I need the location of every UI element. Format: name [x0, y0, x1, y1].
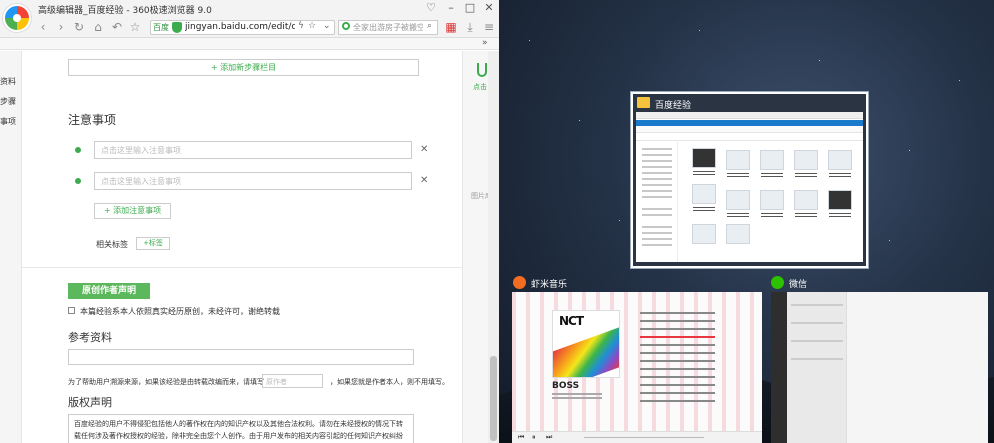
- address-dropdown-icon[interactable]: ⌄: [323, 21, 331, 31]
- insert-image-icon[interactable]: [477, 63, 487, 77]
- original-statement-button[interactable]: 原创作者声明: [68, 283, 150, 299]
- security-shield-icon[interactable]: [172, 22, 182, 33]
- navigation-toolbar: ‹ › ↻ ⌂ ↶ ☆ 百度 jingyan.baidu.com/edit/co…: [0, 18, 499, 38]
- explorer-preview: [636, 112, 863, 262]
- pause-icon[interactable]: ⏸: [532, 433, 536, 442]
- page-scrollbar[interactable]: [488, 51, 499, 443]
- favorite-star-icon[interactable]: ☆: [128, 20, 142, 34]
- nav-item-materials[interactable]: 资料: [0, 76, 16, 87]
- add-note-button[interactable]: + 添加注意事项: [94, 203, 171, 219]
- apps-grid-icon[interactable]: ▦: [444, 20, 458, 34]
- forward-icon[interactable]: ›: [54, 20, 68, 34]
- task-view-desktop: 百度经验 虾米音乐 NCT BOSS ⏮ ⏸ ⏭ 微信: [499, 0, 994, 443]
- bookmark-overflow-icon[interactable]: »: [482, 38, 488, 48]
- original-checkbox[interactable]: [68, 307, 75, 314]
- scrollbar-thumb[interactable]: [490, 356, 497, 441]
- home-icon[interactable]: ⌂: [91, 20, 105, 34]
- wechat-app-label: 微信: [789, 280, 808, 290]
- note-input-1[interactable]: 点击这里输入注意事项: [94, 141, 412, 159]
- lightning-icon[interactable]: ϟ: [298, 21, 304, 31]
- remove-note-2-icon[interactable]: ✕: [420, 175, 428, 186]
- notes-title: 注意事项: [68, 113, 117, 127]
- remove-note-1-icon[interactable]: ✕: [420, 144, 428, 155]
- references-title: 参考资料: [68, 331, 112, 344]
- undo-icon[interactable]: ↶: [110, 20, 124, 34]
- minimize-button[interactable]: –: [444, 1, 458, 14]
- wechat-icon: [771, 276, 784, 289]
- title-bar: 高级编辑器_百度经验 - 360极速浏览器 9.0 ♡ – □ ✕: [0, 0, 499, 32]
- skin-icon[interactable]: ♡: [424, 1, 438, 14]
- browser-logo-icon[interactable]: [3, 4, 31, 32]
- add-step-section-button[interactable]: + 添加新步骤栏目: [68, 59, 419, 76]
- refresh-icon[interactable]: ↻: [72, 20, 86, 34]
- playback-progress[interactable]: [584, 437, 704, 438]
- divider: [22, 267, 462, 268]
- album-art-text: NCT: [559, 314, 584, 328]
- window-thumbnail-music[interactable]: NCT BOSS ⏮ ⏸ ⏭: [512, 292, 762, 443]
- thumbnail-header: 百度经验: [633, 94, 866, 112]
- music-app-label: 虾米音乐: [531, 280, 568, 290]
- folder-icon: [637, 97, 650, 108]
- nav-item-steps[interactable]: 步骤: [0, 96, 16, 107]
- references-hint-2: ，如果您就是作者本人，则不用填写。: [330, 378, 449, 386]
- right-panel-label[interactable]: 点击: [473, 82, 487, 92]
- close-window-button[interactable]: ✕: [482, 1, 496, 14]
- download-icon[interactable]: ⤓: [463, 20, 477, 35]
- browser-window: 高级编辑器_百度经验 - 360极速浏览器 9.0 ♡ – □ ✕ ‹ › ↻ …: [0, 0, 499, 443]
- next-track-icon[interactable]: ⏭: [546, 433, 552, 442]
- copyright-title: 版权声明: [68, 396, 112, 409]
- previous-track-icon[interactable]: ⏮: [518, 433, 524, 442]
- note-bullet: [75, 147, 81, 153]
- window-title: 高级编辑器_百度经验 - 360极速浏览器 9.0: [38, 6, 212, 16]
- xiami-music-icon: [513, 276, 526, 289]
- page-content: 资料 步骤 事项 + 添加新步骤栏目 注意事项 点击这里输入注意事项 ✕ 点击这…: [0, 51, 499, 443]
- window-thumbnail-wechat[interactable]: [771, 292, 988, 443]
- bookmark-star-icon[interactable]: ☆: [308, 21, 316, 31]
- bookmark-bar: »: [0, 38, 499, 50]
- nav-item-notes[interactable]: 事项: [0, 116, 16, 127]
- copyright-text: 百度经验的用户不得侵犯包括他人的著作权在内的知识产权以及其他合法权利。请勿在未经…: [68, 414, 414, 443]
- song-title: BOSS: [552, 381, 580, 391]
- left-section-nav: 资料 步骤 事项: [0, 51, 22, 443]
- address-url[interactable]: jingyan.baidu.com/edit/con: [185, 22, 295, 32]
- menu-icon[interactable]: ≡: [482, 20, 496, 34]
- maximize-button[interactable]: □: [463, 1, 477, 14]
- editor-main: + 添加新步骤栏目 注意事项 点击这里输入注意事项 ✕ 点击这里输入注意事项 ✕…: [22, 51, 462, 443]
- original-checkbox-label: 本篇经验系本人依照真实经历原创，未经许可，谢绝转载: [80, 307, 280, 316]
- album-art: NCT: [552, 310, 620, 378]
- add-tag-button[interactable]: +标签: [136, 237, 170, 250]
- tags-label: 相关标签: [96, 240, 128, 249]
- music-player-bar: ⏮ ⏸ ⏭: [512, 431, 762, 443]
- note-input-2[interactable]: 点击这里输入注意事项: [94, 172, 412, 190]
- search-icon[interactable]: ⌕: [427, 21, 432, 31]
- references-textarea[interactable]: [68, 349, 414, 365]
- back-icon[interactable]: ‹: [36, 20, 50, 34]
- references-hint: 为了帮助用户溯源来源，如果该经验是由转载改编而来，请填写: [68, 378, 264, 386]
- address-site-badge: 百度: [153, 23, 169, 32]
- search-input[interactable]: 全家出游房子被搬空: [353, 22, 423, 33]
- note-bullet: [75, 178, 81, 184]
- window-thumbnail-explorer[interactable]: 百度经验: [631, 92, 868, 268]
- search-engine-icon: [342, 22, 350, 30]
- search-box[interactable]: 全家出游房子被搬空 ⌕: [338, 20, 438, 35]
- address-bar[interactable]: 百度 jingyan.baidu.com/edit/con ϟ ☆ ⌄: [150, 20, 335, 35]
- right-side-panel: 点击 图片库: [462, 51, 492, 443]
- thumbnail-title: 百度经验: [655, 101, 692, 111]
- original-author-input[interactable]: 原作者: [262, 374, 323, 388]
